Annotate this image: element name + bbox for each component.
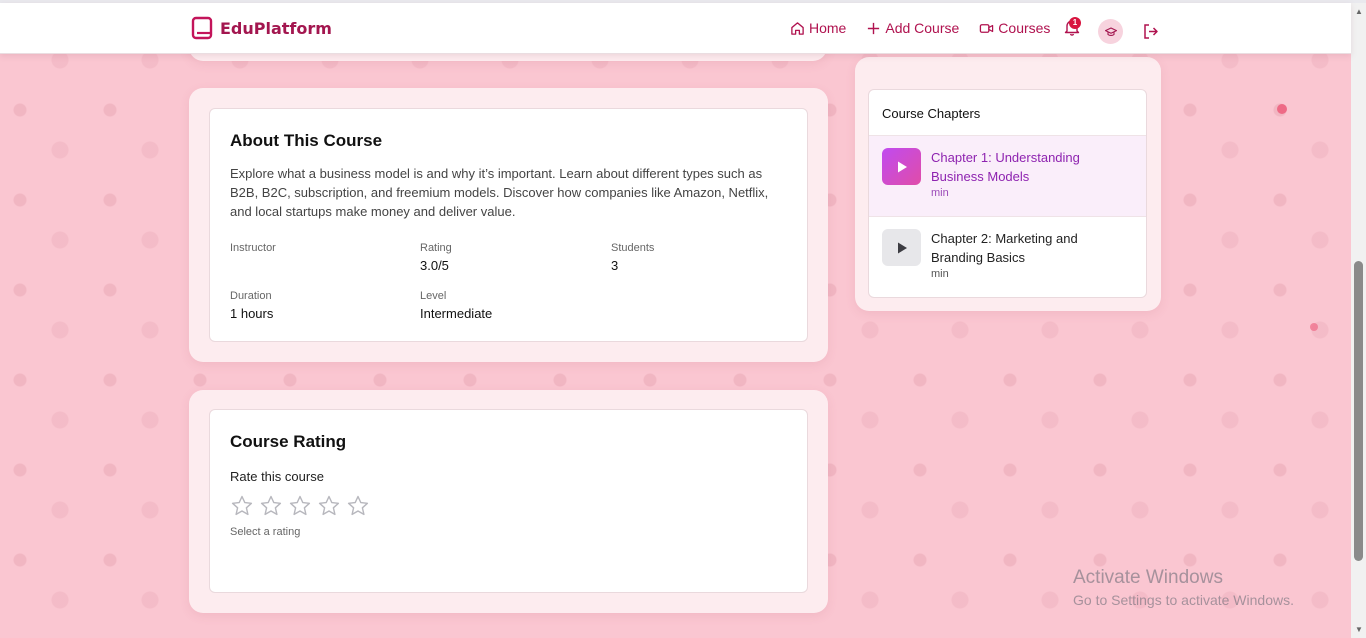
- notification-badge: 1: [1069, 17, 1081, 29]
- brand-name: EduPlatform: [220, 18, 332, 38]
- meta-label: Instructor: [230, 242, 276, 254]
- decor-dot: [1277, 104, 1287, 114]
- star-icon[interactable]: [317, 494, 341, 518]
- chapter-item-1[interactable]: Chapter 1: Understanding Business Models…: [869, 136, 1146, 217]
- plus-icon: [868, 22, 880, 34]
- nav-home-link[interactable]: Home: [790, 20, 846, 36]
- about-course-title: About This Course: [230, 131, 383, 150]
- nav-courses-link[interactable]: Courses: [979, 20, 1050, 36]
- course-chapters-title: Course Chapters: [869, 90, 1146, 136]
- chapter-duration: min: [931, 268, 949, 280]
- star-icon[interactable]: [288, 494, 312, 518]
- nav-courses-label: Courses: [998, 20, 1051, 36]
- about-course-description: Explore what a business model is and why…: [230, 166, 769, 219]
- rate-course-label: Rate this course: [230, 469, 324, 484]
- play-icon: [897, 161, 907, 172]
- meta-value: 1 hours: [230, 306, 274, 321]
- meta-value: 3.0/5: [420, 258, 449, 273]
- page-scrollbar[interactable]: ▲ ▼: [1351, 3, 1366, 638]
- graduation-cap-icon: [1104, 26, 1117, 36]
- brand[interactable]: EduPlatform: [191, 16, 332, 40]
- scroll-up-arrow-icon[interactable]: ▲: [1355, 7, 1363, 16]
- meta-label: Duration: [230, 290, 272, 302]
- avatar[interactable]: [1098, 19, 1123, 44]
- course-chapters-panel: Course Chapters Chapter 1: Understanding…: [868, 89, 1147, 298]
- meta-label: Rating: [420, 242, 452, 254]
- home-icon: [791, 21, 804, 35]
- scroll-down-arrow-icon[interactable]: ▼: [1355, 625, 1363, 634]
- about-course-panel: About This Course Explore what a busines…: [209, 108, 808, 342]
- course-chapters-card: Course Chapters Chapter 1: Understanding…: [855, 57, 1161, 311]
- meta-value: Intermediate: [420, 306, 493, 321]
- star-icon[interactable]: [346, 494, 370, 518]
- chapter-title: Chapter 1: Understanding Business Models: [931, 150, 1080, 184]
- nav-links: Home Add Course Courses: [790, 20, 1050, 36]
- nav-add-course-label: Add Course: [885, 20, 960, 36]
- course-rating-card: Course Rating Rate this course Select a …: [189, 390, 828, 613]
- decor-dot: [1310, 323, 1318, 331]
- scrollbar-thumb[interactable]: [1354, 261, 1363, 561]
- select-rating-hint: Select a rating: [230, 526, 301, 538]
- chapter-title: Chapter 2: Marketing and Branding Basics: [931, 231, 1078, 265]
- chapter-play-button[interactable]: [882, 229, 921, 266]
- course-rating-panel: Course Rating Rate this course Select a …: [209, 409, 808, 593]
- star-icon[interactable]: [259, 494, 283, 518]
- chapter-play-button[interactable]: [882, 148, 921, 185]
- meta-label: Level: [420, 290, 447, 302]
- meta-rating: Rating 3.0/5: [420, 242, 600, 273]
- top-navbar: EduPlatform Home Add Course Courses 1: [0, 3, 1351, 54]
- nav-home-label: Home: [809, 20, 847, 36]
- meta-instructor: Instructor: [230, 242, 410, 258]
- meta-level: Level Intermediate: [420, 290, 600, 321]
- chapter-item-2[interactable]: Chapter 2: Marketing and Branding Basics…: [869, 217, 1146, 297]
- meta-value: 3: [611, 258, 619, 273]
- meta-students: Students 3: [611, 242, 791, 273]
- book-icon: [191, 16, 213, 40]
- watermark-subtitle: Go to Settings to activate Windows.: [1073, 592, 1294, 608]
- meta-duration: Duration 1 hours: [230, 290, 410, 321]
- watermark-title: Activate Windows: [1073, 567, 1223, 588]
- chapter-duration: min: [931, 187, 949, 199]
- star-icon[interactable]: [230, 494, 254, 518]
- activate-windows-watermark: Activate Windows Go to Settings to activ…: [1073, 567, 1294, 608]
- course-rating-title: Course Rating: [230, 432, 347, 451]
- star-rating: [230, 494, 787, 518]
- nav-add-course-link[interactable]: Add Course: [866, 20, 959, 36]
- chapter-text: Chapter 2: Marketing and Branding Basics…: [931, 229, 1133, 286]
- about-course-card: About This Course Explore what a busines…: [189, 88, 828, 362]
- play-icon: [897, 242, 907, 253]
- logout-icon[interactable]: [1142, 23, 1159, 40]
- chapter-text: Chapter 1: Understanding Business Models…: [931, 148, 1133, 204]
- meta-label: Students: [611, 242, 655, 254]
- video-icon: [980, 23, 994, 33]
